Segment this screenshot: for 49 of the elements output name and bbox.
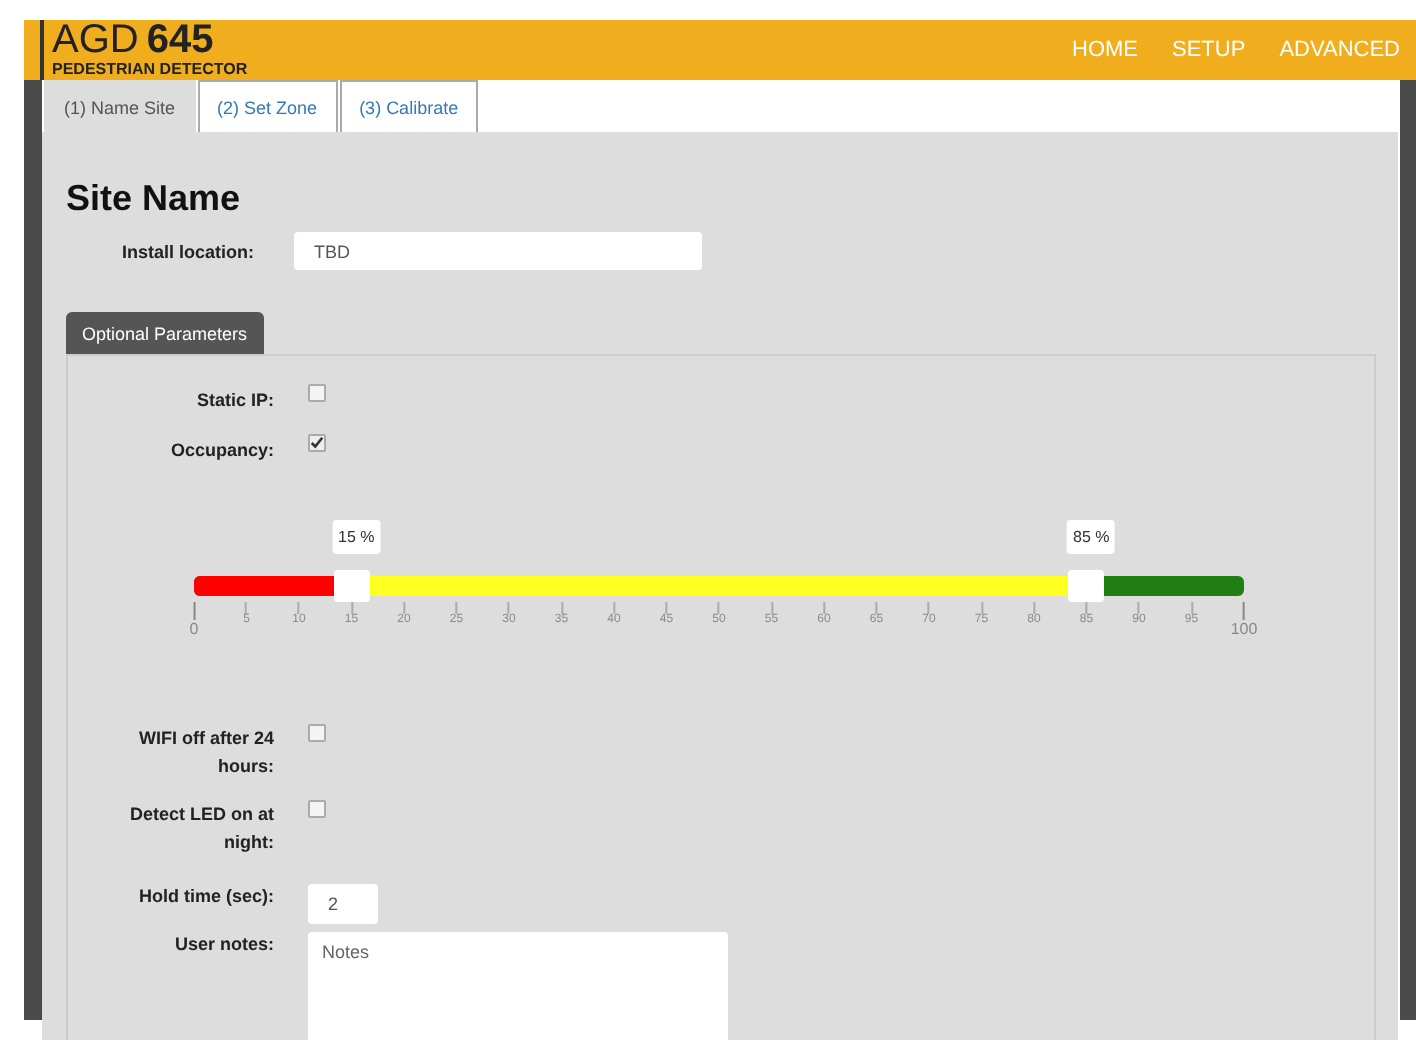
logo-subtitle: PEDESTRIAN DETECTOR: [52, 60, 248, 80]
field-label: Install location:: [119, 240, 254, 266]
tick-mark: [770, 602, 773, 614]
tick-mark: [980, 602, 983, 614]
tick-mark: [718, 602, 720, 614]
field-label: Static IP:: [194, 388, 274, 414]
tick-mark: [455, 602, 458, 614]
tab[interactable]: (2) Set Zone: [197, 80, 338, 132]
hold-time-field[interactable]: 2: [308, 884, 378, 924]
tick-mark: [560, 602, 563, 614]
tick-mark: [298, 602, 300, 614]
tick-mark: [875, 602, 878, 614]
tick-mark: [613, 602, 615, 614]
field-label: User notes:: [172, 932, 274, 958]
install-location-field[interactable]: TBD: [294, 232, 702, 270]
tick-mark: [928, 602, 930, 614]
tick-label: 100: [1230, 620, 1258, 638]
tick-label: 0: [189, 620, 199, 638]
tick-mark: [1085, 602, 1088, 614]
logo-text: AGD: [52, 22, 139, 60]
tick-mark: [665, 602, 668, 614]
optional-parameters-button[interactable]: Optional Parameters: [66, 312, 264, 354]
tick-mark: [1243, 602, 1245, 620]
tick-mark: [193, 602, 195, 620]
value-tooltip: 15 %: [332, 520, 381, 554]
tick-mark: [823, 602, 825, 614]
slider-handle[interactable]: [1068, 570, 1105, 602]
value-tooltip: 85 %: [1067, 520, 1116, 554]
tick-mark: [1033, 602, 1035, 614]
slider-handle[interactable]: [333, 570, 370, 602]
tab[interactable]: (3) Calibrate: [339, 80, 479, 132]
tick-mark: [1138, 602, 1140, 614]
logo-number: 645: [146, 22, 214, 60]
section-heading: Site Name: [66, 178, 243, 220]
field-label: WIFI off after 24 hours:: [136, 726, 274, 780]
tick-mark: [1190, 602, 1193, 614]
tick-mark: [245, 602, 248, 614]
checkbox[interactable]: [308, 384, 326, 402]
checkbox[interactable]: [308, 434, 326, 452]
tab[interactable]: (1) Name Site: [44, 80, 196, 132]
tick-mark: [403, 602, 405, 614]
tick-mark: [350, 602, 353, 614]
field-label: Detect LED on at night:: [127, 802, 274, 856]
field-label: Occupancy:: [168, 438, 274, 464]
user-notes-field[interactable]: Notes: [308, 932, 728, 1040]
field-label: Hold time (sec):: [136, 884, 274, 910]
checkbox[interactable]: [308, 724, 326, 742]
tick-mark: [508, 602, 510, 614]
checkbox[interactable]: [308, 800, 326, 818]
